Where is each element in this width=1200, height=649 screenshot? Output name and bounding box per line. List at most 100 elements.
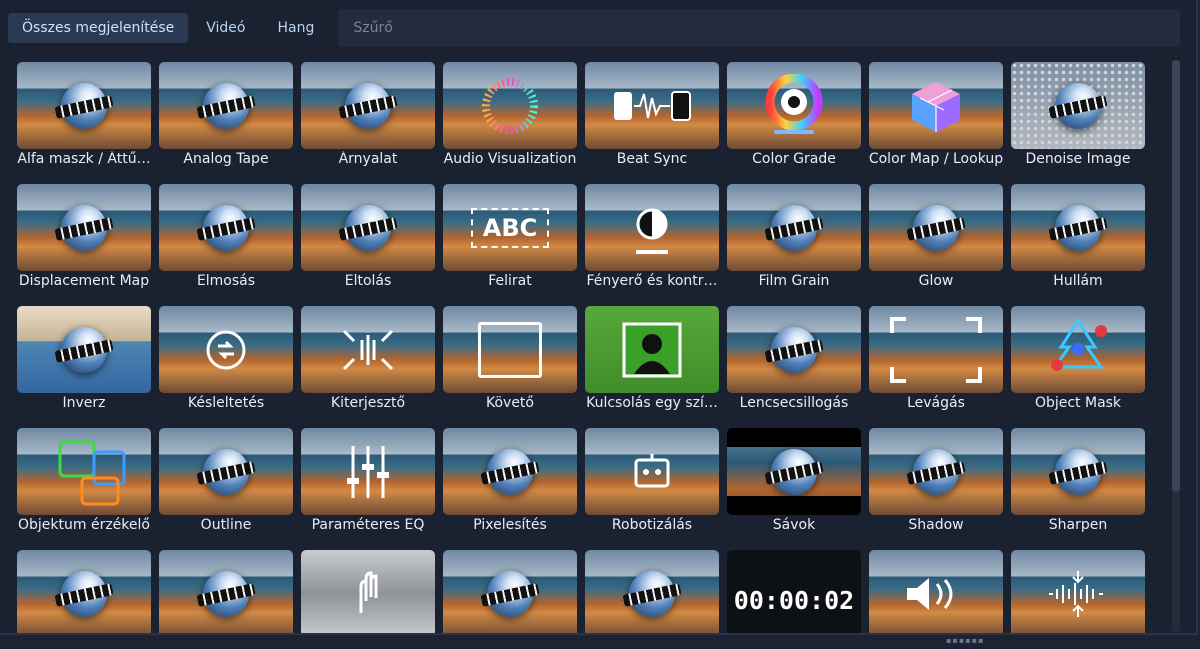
- effect-thumbnail: [585, 62, 719, 149]
- hue-icon: [301, 62, 435, 149]
- ball-preview-icon: [61, 570, 107, 617]
- timer-text: 00:00:02: [733, 586, 855, 615]
- ball-preview-icon: [203, 82, 249, 129]
- ball-preview-icon: [203, 204, 249, 251]
- tab-show-all[interactable]: Összes megjelenítése: [8, 13, 189, 43]
- effect-thumbnail: [869, 428, 1003, 515]
- effect-label: Felirat: [488, 273, 532, 289]
- crop-icon: [869, 306, 1003, 393]
- ball-preview-icon: [629, 570, 675, 617]
- effect-tile[interactable]: Követő: [443, 306, 577, 411]
- bars-icon: [727, 428, 861, 515]
- effect-label: Fényerő és kontr…: [586, 273, 718, 289]
- blur-icon: [159, 184, 293, 271]
- effect-thumbnail: [443, 428, 577, 515]
- effect-label: Film Grain: [758, 273, 830, 289]
- effect-thumbnail: [1011, 184, 1145, 271]
- effect-tile[interactable]: Levágás: [869, 306, 1003, 411]
- effect-tile[interactable]: Denoise Image: [1011, 62, 1145, 167]
- effect-tile[interactable]: Eltolás: [301, 184, 435, 289]
- effect-tile[interactable]: [1011, 550, 1145, 633]
- effect-tile[interactable]: Color Map / Lookup: [869, 62, 1003, 167]
- scrollbar-thumb[interactable]: [1172, 60, 1180, 492]
- film-grain-icon: [727, 184, 861, 271]
- effect-thumbnail: [301, 428, 435, 515]
- effect-label: Robotizálás: [611, 517, 693, 533]
- effect-thumbnail: [585, 184, 719, 271]
- wave-icon: [1011, 184, 1145, 271]
- effect-tile[interactable]: Color Grade: [727, 62, 861, 167]
- effect-thumbnail: [443, 550, 577, 633]
- effect-tile[interactable]: Árnyalat: [301, 62, 435, 167]
- effect-label: Objektum érzékelő: [18, 517, 150, 533]
- effect-tile[interactable]: Film Grain: [727, 184, 861, 289]
- effect-tile[interactable]: Sharpen: [1011, 428, 1145, 533]
- effect-tile[interactable]: Elmosás: [159, 184, 293, 289]
- effect-tile[interactable]: [443, 550, 577, 633]
- effect-tile[interactable]: Paraméteres EQ: [301, 428, 435, 533]
- denoise-icon: [1011, 62, 1145, 149]
- effect-tile[interactable]: Beat Sync: [585, 62, 719, 167]
- effect-tile[interactable]: ABC Felirat: [443, 184, 577, 289]
- effect-tile[interactable]: Kulcsolás egy szí…: [585, 306, 719, 411]
- ball-preview-icon: [203, 570, 249, 617]
- ball-preview-icon: [771, 448, 817, 495]
- effect-tile[interactable]: 00:00:02: [727, 550, 861, 633]
- effect-tile[interactable]: Hullám: [1011, 184, 1145, 289]
- resize-grip-icon[interactable]: ▪▪▪▪▪▪: [946, 636, 985, 645]
- effect-tile[interactable]: Kiterjesztő: [301, 306, 435, 411]
- effect-label: Követő: [485, 395, 534, 411]
- effect-tile[interactable]: Objektum érzékelő: [17, 428, 151, 533]
- effect-label: Sharpen: [1048, 517, 1108, 533]
- effect-tile[interactable]: Pixelesítés: [443, 428, 577, 533]
- effect-tile[interactable]: Glow: [869, 184, 1003, 289]
- tab-video[interactable]: Videó: [192, 13, 259, 43]
- rgb-split-icon: [443, 550, 577, 633]
- effect-tile[interactable]: Object Mask: [1011, 306, 1145, 411]
- parametric-eq-icon: [301, 428, 435, 515]
- effect-tile[interactable]: Robotizálás: [585, 428, 719, 533]
- effect-label: Kiterjesztő: [330, 395, 406, 411]
- effect-tile[interactable]: Outline: [159, 428, 293, 533]
- wipe-icon: [585, 550, 719, 633]
- effect-label: Beat Sync: [616, 151, 688, 167]
- alpha-mask-icon: [17, 62, 151, 149]
- effect-label: Lencsecsillogás: [739, 395, 849, 411]
- expander-icon: [301, 306, 435, 393]
- volume-icon: [869, 550, 1003, 633]
- effect-thumbnail: [727, 62, 861, 149]
- caption-icon: ABC: [443, 184, 577, 271]
- effect-tile[interactable]: Analog Tape: [159, 62, 293, 167]
- effect-tile[interactable]: Alfa maszk / Áttű…: [17, 62, 151, 167]
- effect-tile[interactable]: [585, 550, 719, 633]
- effect-tile[interactable]: [869, 550, 1003, 633]
- filter-box: [338, 9, 1180, 47]
- effect-label: Glow: [918, 273, 954, 289]
- effect-tile[interactable]: Lencsecsillogás: [727, 306, 861, 411]
- effect-tile[interactable]: Audio Visualization: [443, 62, 577, 167]
- effect-tile[interactable]: Fényerő és kontr…: [585, 184, 719, 289]
- tab-audio[interactable]: Hang: [263, 13, 328, 43]
- effect-tile[interactable]: Displacement Map: [17, 184, 151, 289]
- effect-tile[interactable]: Shadow: [869, 428, 1003, 533]
- effect-thumbnail: [159, 306, 293, 393]
- effect-tile[interactable]: [17, 550, 151, 633]
- effect-tile[interactable]: [159, 550, 293, 633]
- color-grade-icon: [727, 62, 861, 149]
- effect-thumbnail: [443, 306, 577, 393]
- effect-tile[interactable]: Késleltetés: [159, 306, 293, 411]
- filter-input[interactable]: [351, 19, 1180, 37]
- effect-label: Alfa maszk / Áttű…: [17, 151, 151, 167]
- caption-text: ABC: [470, 207, 550, 248]
- effect-label: Levágás: [907, 395, 965, 411]
- ball-preview-icon: [61, 326, 107, 373]
- ball-preview-icon: [771, 326, 817, 373]
- effect-tile[interactable]: Inverz: [17, 306, 151, 411]
- effect-tile[interactable]: [301, 550, 435, 633]
- ball-preview-icon: [913, 448, 959, 495]
- effect-label: Object Mask: [1034, 395, 1122, 411]
- effect-label: Color Grade: [752, 151, 836, 167]
- effect-tile[interactable]: Sávok: [727, 428, 861, 533]
- ball-preview-icon: [1055, 82, 1101, 129]
- effect-thumbnail: [301, 62, 435, 149]
